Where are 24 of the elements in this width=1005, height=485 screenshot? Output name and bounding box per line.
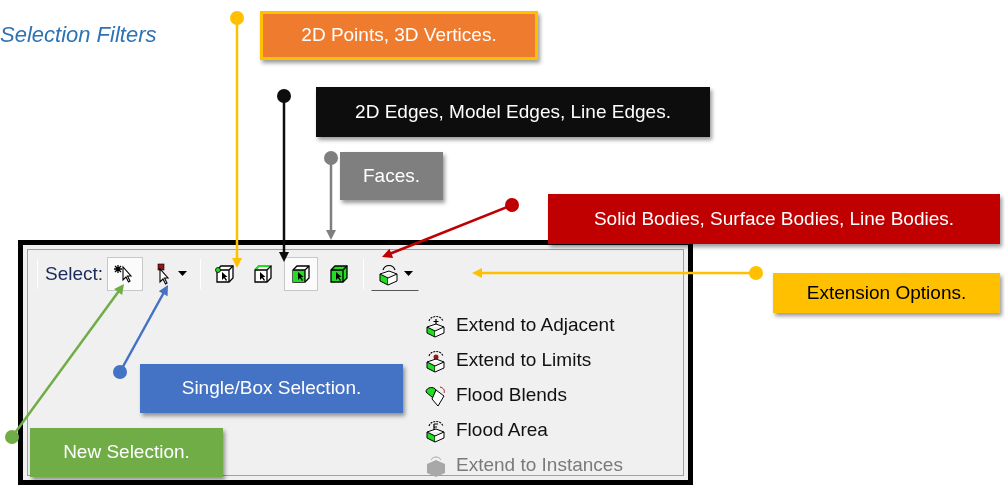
section-heading: Selection Filters — [0, 21, 157, 49]
caret-icon — [404, 271, 414, 277]
callout-label: New Selection. — [30, 428, 223, 477]
callout-label: 2D Edges, Model Edges, Line Edges. — [316, 87, 710, 137]
caret-icon — [178, 271, 188, 277]
filter-button[interactable] — [284, 257, 319, 291]
callout-label: Extension Options. — [773, 273, 1000, 313]
select-label: Select: — [45, 261, 104, 286]
callout-label: Solid Bodies, Surface Bodies, Line Bodies. — [548, 194, 1000, 244]
callout-label: Single/Box Selection. — [140, 364, 403, 413]
cube-icon — [424, 418, 448, 443]
new-selection-button[interactable] — [107, 257, 144, 291]
cube-icon — [328, 263, 351, 285]
menu-item[interactable]: Flood Blends — [418, 378, 677, 413]
cube-icon — [214, 263, 237, 285]
menu-item[interactable]: Extend to Limits — [418, 343, 677, 378]
cube-icon — [252, 263, 275, 285]
callout-label: 2D Points, 3D Vertices. — [260, 11, 538, 60]
callout-label: Faces. — [340, 152, 443, 200]
cube-icon — [290, 263, 313, 285]
menu-item[interactable]: Flood Area — [418, 413, 677, 448]
menu-item[interactable]: Extend to Adjacent — [418, 308, 677, 343]
cube-icon — [424, 313, 448, 338]
cube-icon — [424, 348, 448, 373]
